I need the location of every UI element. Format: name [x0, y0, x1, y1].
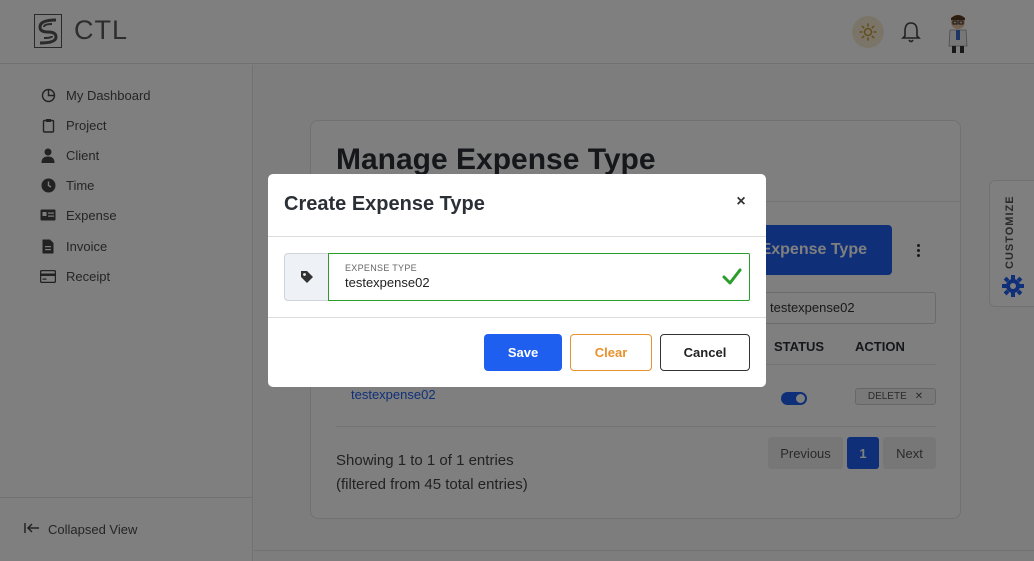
- divider: [268, 236, 766, 237]
- expense-type-input[interactable]: [345, 275, 695, 290]
- divider: [268, 317, 766, 318]
- expense-type-field[interactable]: EXPENSE TYPE: [328, 253, 750, 301]
- checkmark-icon: [722, 268, 742, 285]
- cancel-button[interactable]: Cancel: [660, 334, 750, 371]
- field-prefix: [284, 253, 329, 301]
- expense-type-field-label: EXPENSE TYPE: [345, 263, 417, 273]
- dialog-title: Create Expense Type: [284, 193, 485, 215]
- close-icon[interactable]: ×: [733, 193, 749, 210]
- create-expense-type-dialog: Create Expense Type × EXPENSE TYPE Save …: [268, 174, 766, 387]
- save-button[interactable]: Save: [484, 334, 562, 371]
- clear-button[interactable]: Clear: [570, 334, 652, 371]
- tag-icon: [301, 271, 313, 283]
